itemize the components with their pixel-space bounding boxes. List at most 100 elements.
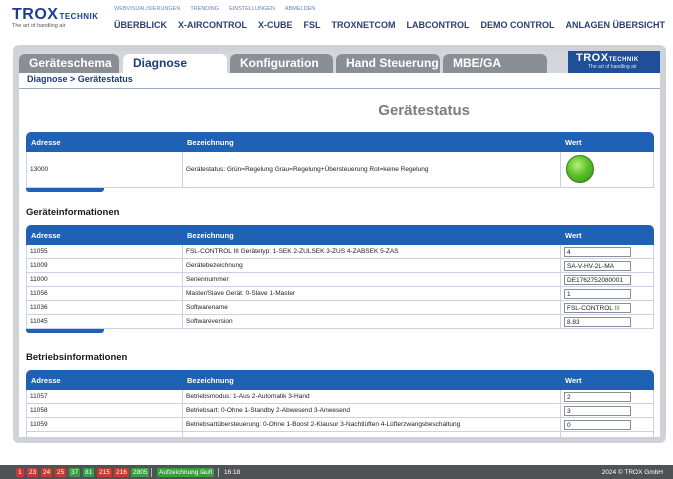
address-cell: 11009 (30, 262, 48, 269)
operation-info-table: Adresse Bezeichnung Wert 11057 Betriebsm… (26, 370, 654, 437)
ok-chip[interactable]: 2805 (131, 468, 150, 477)
table-header: Adresse Bezeichnung Wert (26, 225, 654, 245)
description-cell: Seriennummer (186, 276, 229, 283)
brand-sub: TECHNIK (608, 57, 639, 63)
value-field[interactable]: FSL-CONTROL III (564, 303, 631, 313)
status-table: Adresse Bezeichnung Wert 13000 Gerätesta… (26, 132, 654, 192)
tab-diagnose[interactable]: Diagnose (123, 54, 227, 73)
description-cell: Softwarename (186, 304, 228, 311)
col-value-header: Wert (565, 138, 582, 147)
copyright: 2024 © TROX GmbH (601, 469, 663, 476)
content-panel: Diagnose > Gerätestatus Gerätestatus Adr… (19, 73, 660, 437)
value-field[interactable]: 2 (564, 392, 631, 402)
description-cell: Betriebsart: 0-Ohne 1-Standby 2-Abwesend… (186, 407, 351, 414)
brand-logo-box: TROXTECHNIK The art of handling air (568, 51, 660, 73)
table-row: 11059 Betriebsartübersteuerung: 0-Ohne 1… (26, 418, 654, 432)
logo-sub: TECHNIK (59, 12, 99, 21)
alarm-chip[interactable]: 23 (27, 468, 39, 477)
address-cell: 11059 (30, 421, 48, 428)
nav-demo-control[interactable]: DEMO CONTROL (481, 20, 555, 30)
device-info-title: Geräteinformationen (26, 207, 120, 218)
recording-badge[interactable]: Aufzeichnung läuft (157, 468, 215, 477)
value-field[interactable]: SA-V-HV-2L-MA (564, 261, 631, 271)
subnav-webvisualisierungen[interactable]: WEBVISUALISIERUNGEN (114, 6, 180, 12)
table-header: Adresse Bezeichnung Wert (26, 132, 654, 152)
logo-text: TROX (12, 6, 59, 23)
tab-geraeteschema[interactable]: Geräteschema (19, 54, 119, 73)
table-row: 11045 Softwareversion 8.83 (26, 315, 654, 329)
alarm-chip[interactable]: 216 (114, 468, 129, 477)
ok-chip[interactable]: 37 (69, 468, 81, 477)
address-cell: 11056 (30, 290, 48, 297)
nav-troxnetcom[interactable]: TROXNETCOM (332, 20, 396, 30)
alarm-chip[interactable]: 215 (97, 468, 112, 477)
description-cell: Master/Slave Gerät: 0-Slave 1-Master (186, 290, 296, 297)
clock-time: 16:18 (224, 469, 241, 476)
nav-x-cube[interactable]: X-CUBE (258, 20, 293, 30)
nav-ueberblick[interactable]: ÜBERBLICK (114, 20, 167, 30)
table-row: 11058 Betriebsart: 0-Ohne 1-Standby 2-Ab… (26, 404, 654, 418)
breadcrumb: Diagnose > Gerätestatus (27, 74, 133, 84)
table-header: Adresse Bezeichnung Wert (26, 370, 654, 390)
table-row: 11009 Gerätebezeichnung SA-V-HV-2L-MA (26, 259, 654, 273)
value-field[interactable]: 8.83 (564, 317, 631, 327)
table-row: 11057 Betriebsmodus: 1-Aus 2-Automatik 3… (26, 390, 654, 404)
table-footer-tab (26, 329, 104, 333)
alarm-chip[interactable]: 25 (55, 468, 67, 477)
table-row: 11056 Master/Slave Gerät: 0-Slave 1-Mast… (26, 287, 654, 301)
value-field[interactable]: 0 (564, 420, 631, 430)
main-navigation: ÜBERBLICK X-AIRCONTROL X-CUBE FSL TROXNE… (114, 20, 665, 30)
subnav-abmelden[interactable]: ABMELDEN (285, 6, 315, 12)
table-row: 13000 Gerätestatus: Grün=Regelung Grau=R… (26, 152, 654, 188)
tab-hand-steuerung[interactable]: Hand Steuerung (336, 54, 440, 73)
col-address-header: Adresse (31, 376, 61, 385)
value-field[interactable]: 3 (564, 406, 631, 416)
device-frame: Geräteschema Diagnose Konfiguration Hand… (13, 45, 666, 443)
tab-mbe-ga[interactable]: MBE/GA (443, 54, 547, 73)
subnav-einstellungen[interactable]: EINSTELLUNGEN (229, 6, 275, 12)
address-cell: 11036 (30, 304, 48, 311)
value-field[interactable]: 4 (564, 247, 631, 257)
sub-navigation: WEBVISUALISIERUNGEN TRENDING EINSTELLUNG… (114, 6, 315, 12)
description-cell: Softwareversion (186, 318, 233, 325)
col-address-header: Adresse (31, 231, 61, 240)
value-field[interactable]: 1 (564, 289, 631, 299)
col-value-header: Wert (565, 376, 582, 385)
tab-konfiguration[interactable]: Konfiguration (230, 54, 333, 73)
operation-info-title: Betriebsinformationen (26, 352, 128, 363)
col-description-header: Bezeichnung (187, 376, 234, 385)
description-cell: FSL-CONTROL III Gerätetyp: 1-SEK 2-ZULSE… (186, 248, 399, 255)
table-row: 11036 Softwarename FSL-CONTROL III (26, 301, 654, 315)
col-description-header: Bezeichnung (187, 231, 234, 240)
nav-fsl[interactable]: FSL (304, 20, 321, 30)
table-row: 11055 FSL-CONTROL III Gerätetyp: 1-SEK 2… (26, 245, 654, 259)
ok-chip[interactable]: 81 (83, 468, 95, 477)
alarm-chip[interactable]: 24 (41, 468, 53, 477)
address-cell: 13000 (30, 166, 49, 173)
address-cell: 11055 (30, 248, 48, 255)
table-row: 11000 Seriennummer DE1762752080001 (26, 273, 654, 287)
brand-title: TROX (576, 52, 609, 64)
nav-labcontrol[interactable]: LABCONTROL (407, 20, 470, 30)
nav-x-aircontrol[interactable]: X-AIRCONTROL (178, 20, 247, 30)
brand-tagline: The art of handling air (588, 64, 637, 70)
bottom-status-bar: 1 23 24 25 37 81 215 216 2805 Aufzeichnu… (0, 465, 673, 479)
tab-bar: Geräteschema Diagnose Konfiguration Hand… (19, 51, 660, 73)
description-cell: Gerätestatus: Grün=Regelung Grau=Regelun… (186, 166, 429, 173)
value-field[interactable]: DE1762752080001 (564, 275, 631, 285)
breadcrumb-bar: Diagnose > Gerätestatus (19, 73, 660, 89)
nav-anlagen-uebersicht[interactable]: ANLAGEN ÜBERSICHT (566, 20, 666, 30)
col-description-header: Bezeichnung (187, 138, 234, 147)
table-row-partial (26, 432, 654, 437)
subnav-trending[interactable]: TRENDING (190, 6, 219, 12)
device-info-table: Adresse Bezeichnung Wert 11055 FSL-CONTR… (26, 225, 654, 333)
description-cell: Gerätebezeichnung (186, 262, 243, 269)
status-lamp-icon (566, 155, 594, 183)
trox-logo[interactable]: TROXTECHNIK The art of handling air (12, 6, 104, 29)
page-title: Gerätestatus (378, 102, 470, 119)
table-footer-tab (26, 188, 104, 192)
col-value-header: Wert (565, 231, 582, 240)
alarm-chip[interactable]: 1 (16, 468, 24, 477)
address-cell: 11058 (30, 407, 48, 414)
col-address-header: Adresse (31, 138, 61, 147)
